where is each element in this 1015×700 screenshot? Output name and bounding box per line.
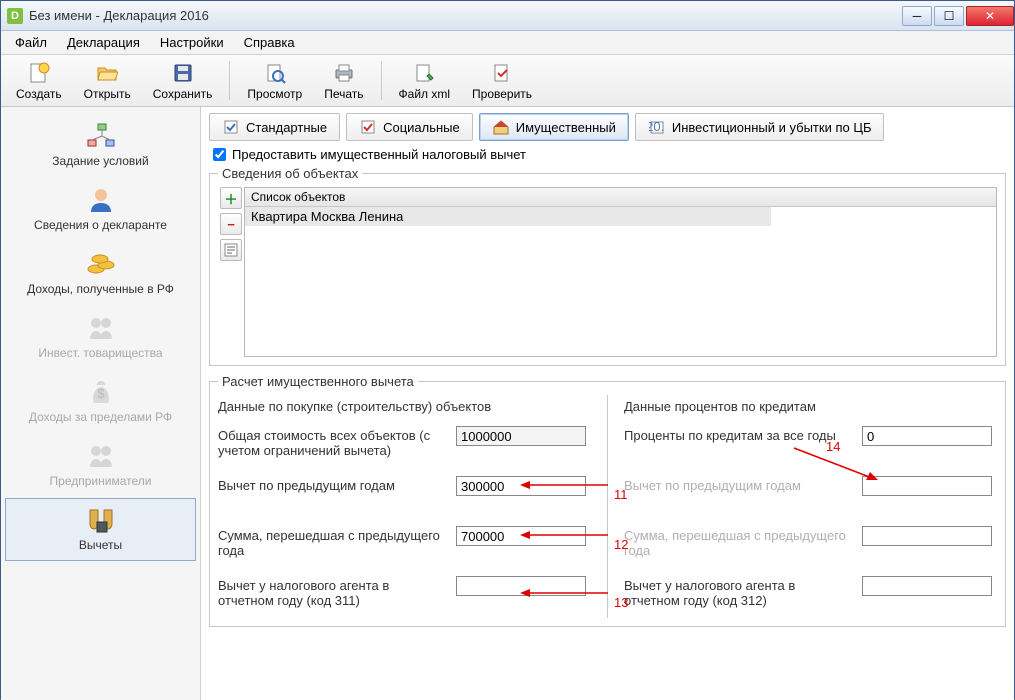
menu-declaration[interactable]: Декларация (59, 32, 148, 53)
menu-file[interactable]: Файл (7, 32, 55, 53)
toolbar: Создать Открыть Сохранить Просмотр Печат… (1, 55, 1014, 107)
folder-open-icon (95, 61, 119, 85)
check-button[interactable]: Проверить (461, 57, 543, 104)
total-cost-label: Общая стоимость всех объектов (с учетом … (218, 426, 448, 458)
carried-right-input[interactable] (862, 526, 992, 546)
sidebar-item-deductions[interactable]: Вычеты (5, 498, 196, 561)
title-bar: D Без имени - Декларация 2016 ─ ☐ ✕ (1, 1, 1014, 31)
conditions-icon (81, 121, 121, 151)
check-icon (490, 61, 514, 85)
agent-312-input[interactable] (862, 576, 992, 596)
calc-left-column: Данные по покупке (строительству) объект… (218, 395, 591, 618)
provide-deduction-checkbox[interactable] (213, 148, 226, 161)
preview-icon (263, 61, 287, 85)
calendar-icon: 20.. (648, 118, 666, 136)
interest-label: Проценты по кредитам за все годы (624, 426, 854, 443)
objects-header: Список объектов (245, 188, 996, 207)
sidebar-item-declarant[interactable]: Сведения о декларанте (5, 178, 196, 241)
svg-text:$: $ (97, 386, 105, 401)
agent-312-label: Вычет у налогового агента в отчетном год… (624, 576, 854, 608)
calc-legend: Расчет имущественного вычета (218, 374, 418, 389)
sidebar-item-income-rf[interactable]: Доходы, полученные в РФ (5, 242, 196, 305)
sidebar-item-conditions[interactable]: Задание условий (5, 114, 196, 177)
money-bag-icon: $ (81, 377, 121, 407)
document-new-icon (27, 61, 51, 85)
list-item[interactable]: Квартира Москва Ленина (245, 207, 771, 226)
left-column-head: Данные по покупке (строительству) объект… (218, 399, 591, 414)
prev-years-label: Вычет по предыдущим годам (218, 476, 448, 493)
entrepreneurs-icon (81, 441, 121, 471)
printer-icon (332, 61, 356, 85)
svg-text:20..: 20.. (649, 119, 665, 134)
tab-property[interactable]: Имущественный (479, 113, 629, 141)
main-panel: Стандартные Социальные Имущественный 20.… (201, 107, 1014, 700)
window-title: Без имени - Декларация 2016 (29, 8, 900, 23)
create-button[interactable]: Создать (5, 57, 73, 104)
menu-help[interactable]: Справка (236, 32, 303, 53)
carried-input[interactable] (456, 526, 586, 546)
sidebar: Задание условий Сведения о декларанте До… (1, 107, 201, 700)
partnership-icon (81, 313, 121, 343)
floppy-icon (171, 61, 195, 85)
calc-right-column: Данные процентов по кредитам Проценты по… (624, 395, 997, 618)
menu-settings[interactable]: Настройки (152, 32, 232, 53)
provide-deduction-label: Предоставить имущественный налоговый выч… (232, 147, 526, 162)
objects-fieldset: Сведения об объектах ＋ − Список объектов… (209, 166, 1006, 366)
tab-social[interactable]: Социальные (346, 113, 473, 141)
person-icon (81, 185, 121, 215)
standard-icon (222, 118, 240, 136)
coins-icon (81, 249, 121, 279)
open-button[interactable]: Открыть (73, 57, 142, 104)
sidebar-item-entrepreneurs[interactable]: Предприниматели (5, 434, 196, 497)
prev-years-input[interactable] (456, 476, 586, 496)
carried-label: Сумма, перешедшая с предыдущего года (218, 526, 448, 558)
xml-file-icon (412, 61, 436, 85)
app-icon: D (7, 8, 23, 24)
agent-311-input[interactable] (456, 576, 586, 596)
deduction-tabs: Стандартные Социальные Имущественный 20.… (209, 113, 1006, 141)
interest-input[interactable] (862, 426, 992, 446)
sidebar-item-income-abroad[interactable]: $ Доходы за пределами РФ (5, 370, 196, 433)
social-icon (359, 118, 377, 136)
total-cost-input (456, 426, 586, 446)
preview-button[interactable]: Просмотр (236, 57, 313, 104)
close-button[interactable]: ✕ (966, 6, 1014, 26)
prev-years-right-input[interactable] (862, 476, 992, 496)
objects-legend: Сведения об объектах (218, 166, 362, 181)
right-column-head: Данные процентов по кредитам (624, 399, 997, 414)
add-object-button[interactable]: ＋ (220, 187, 242, 209)
save-button[interactable]: Сохранить (142, 57, 224, 104)
carried-right-label: Сумма, перешедшая с предыдущего года (624, 526, 854, 558)
tab-standard[interactable]: Стандартные (209, 113, 340, 141)
tab-investment[interactable]: 20.. Инвестиционный и убытки по ЦБ (635, 113, 885, 141)
app-window: D Без имени - Декларация 2016 ─ ☐ ✕ Файл… (0, 0, 1015, 699)
deductions-icon (81, 505, 121, 535)
remove-object-button[interactable]: − (220, 213, 242, 235)
minimize-button[interactable]: ─ (902, 6, 932, 26)
maximize-button[interactable]: ☐ (934, 6, 964, 26)
objects-listbox[interactable]: Список объектов Квартира Москва Ленина (244, 187, 997, 357)
menu-bar: Файл Декларация Настройки Справка (1, 31, 1014, 55)
print-button[interactable]: Печать (313, 57, 374, 104)
agent-label: Вычет у налогового агента в отчетном год… (218, 576, 448, 608)
house-icon (492, 118, 510, 136)
xml-button[interactable]: Файл xml (388, 57, 462, 104)
calc-fieldset: Расчет имущественного вычета Данные по п… (209, 374, 1006, 627)
prev-years-right-label: Вычет по предыдущим годам (624, 476, 854, 493)
edit-object-button[interactable] (220, 239, 242, 261)
sidebar-item-investment[interactable]: Инвест. товарищества (5, 306, 196, 369)
